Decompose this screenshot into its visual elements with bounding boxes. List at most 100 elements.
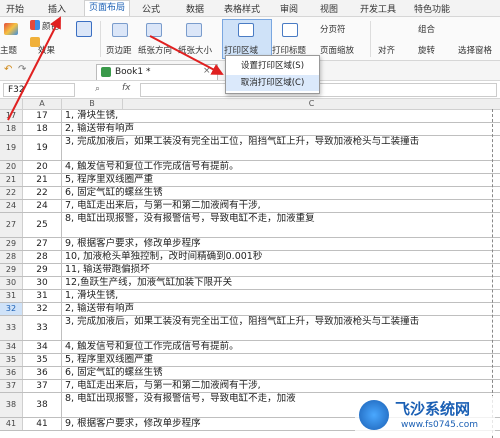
cell-a[interactable]: 20 — [23, 161, 62, 173]
row-number[interactable]: 18 — [0, 123, 23, 135]
menu-page-layout[interactable]: 页面布局 — [84, 0, 131, 16]
row-number[interactable]: 38 — [0, 393, 23, 417]
cell-b[interactable]: 4, 触发信号和复位工作完成信号有提前。 — [62, 161, 495, 173]
menu-data[interactable]: 数据 — [186, 2, 204, 15]
menu-home[interactable]: 开始 — [6, 2, 24, 15]
menu-formulas[interactable]: 公式 — [142, 2, 160, 15]
align-label[interactable]: 对齐 — [378, 44, 395, 56]
cell-a[interactable]: 37 — [23, 380, 62, 392]
page-break-label[interactable]: 分页符 — [320, 23, 346, 35]
cell-b[interactable]: 5, 程序里双线圈严重 — [62, 354, 495, 366]
cell-b[interactable]: 11, 输送带跑偏损坏 — [62, 264, 495, 276]
cell-a[interactable]: 32 — [23, 303, 62, 315]
cell-a[interactable]: 17 — [23, 110, 62, 122]
theme-label[interactable]: 主题 — [0, 44, 17, 56]
cell-a[interactable]: 38 — [23, 393, 62, 417]
print-titles-icon[interactable] — [282, 23, 298, 37]
effects-label[interactable]: 效果 — [38, 44, 55, 56]
set-print-area-item[interactable]: 设置打印区域(S) — [226, 58, 319, 74]
row-number[interactable]: 31 — [0, 290, 23, 302]
menu-view[interactable]: 视图 — [320, 2, 338, 15]
cell-b[interactable]: 5, 程序里双线圈严重 — [62, 174, 495, 186]
cell-b[interactable]: 6, 固定气缸的螺丝生锈 — [62, 187, 495, 199]
colors-icon[interactable] — [30, 20, 40, 30]
cell-b[interactable]: 7, 电缸走出来后，与第一和第二加液阀有干涉, — [62, 380, 495, 392]
cell-a[interactable]: 27 — [23, 238, 62, 250]
cell-b[interactable]: 8, 电缸出现报警，没有报警信号，导致电缸不走，加液重复 — [62, 213, 495, 237]
row-number[interactable]: 19 — [0, 136, 23, 160]
cell-a[interactable]: 34 — [23, 341, 62, 353]
cell-a[interactable]: 33 — [23, 316, 62, 340]
cell-b[interactable]: 6, 固定气缸的螺丝生锈 — [62, 367, 495, 379]
row-number[interactable]: 24 — [0, 200, 23, 212]
size-label[interactable]: 纸张大小 — [178, 44, 212, 56]
row-number[interactable]: 21 — [0, 174, 23, 186]
background-icon[interactable] — [76, 21, 92, 37]
zoom-icon[interactable]: ⌕ — [95, 84, 100, 94]
cell-b[interactable]: 2, 输送带有响声 — [62, 303, 495, 315]
cell-b[interactable]: 10, 加液枪头单独控制，改时间精确到0.001秒 — [62, 251, 495, 263]
cancel-print-area-item[interactable]: 取消打印区域(C) — [226, 75, 319, 91]
redo-icon[interactable]: ↷ — [18, 64, 26, 75]
row-number[interactable]: 32 — [0, 303, 23, 315]
close-tab-icon[interactable]: × — [203, 66, 211, 76]
cell-a[interactable]: 28 — [23, 251, 62, 263]
row-number[interactable]: 29 — [0, 264, 23, 276]
cell-a[interactable]: 24 — [23, 200, 62, 212]
cell-a[interactable]: 30 — [23, 277, 62, 289]
cell-b[interactable]: 4, 触发信号和复位工作完成信号有提前。 — [62, 341, 495, 353]
row-number[interactable]: 17 — [0, 110, 23, 122]
name-box[interactable]: F32 — [3, 83, 75, 97]
orientation-icon[interactable] — [146, 23, 162, 37]
cell-b[interactable]: 3, 完成加液后，如果工装没有完全出工位，阻挡气缸上升，导致加液枪头与工装撞击 — [62, 316, 495, 340]
column-header-c[interactable]: C — [123, 99, 500, 110]
row-number[interactable]: 36 — [0, 367, 23, 379]
undo-icon[interactable]: ↶ — [4, 64, 12, 75]
cell-b[interactable]: 9, 根据客户要求，修改单步程序 — [62, 238, 495, 250]
cell-a[interactable]: 25 — [23, 213, 62, 237]
row-number[interactable]: 29 — [0, 238, 23, 250]
column-header-a[interactable]: A — [23, 99, 62, 110]
row-number[interactable]: 22 — [0, 187, 23, 199]
row-number[interactable]: 35 — [0, 354, 23, 366]
theme-icon[interactable] — [4, 23, 18, 35]
row-number[interactable]: 30 — [0, 277, 23, 289]
row-number[interactable]: 33 — [0, 316, 23, 340]
cell-a[interactable]: 31 — [23, 290, 62, 302]
margins-icon[interactable] — [112, 23, 128, 37]
cell-a[interactable]: 35 — [23, 354, 62, 366]
row-number[interactable]: 28 — [0, 251, 23, 263]
cell-a[interactable]: 22 — [23, 187, 62, 199]
cell-b[interactable]: 7, 电缸走出来后，与第一和第二加液阀有干涉, — [62, 200, 495, 212]
colors-label[interactable]: 颜色 — [42, 20, 59, 32]
fx-button[interactable]: fx — [122, 83, 131, 93]
group-label[interactable]: 组合 — [418, 23, 435, 35]
cell-b[interactable]: 3, 完成加液后，如果工装没有完全出工位，阻挡气缸上升，导致加液枪头与工装撞击 — [62, 136, 495, 160]
row-number[interactable]: 20 — [0, 161, 23, 173]
cell-b[interactable]: 2, 输送带有响声 — [62, 123, 495, 135]
row-number[interactable]: 34 — [0, 341, 23, 353]
menu-developer[interactable]: 开发工具 — [360, 2, 396, 15]
cell-b[interactable]: 12,鱼跃生产线，加液气缸加装下限开关 — [62, 277, 495, 289]
menu-insert[interactable]: 插入 — [48, 2, 66, 15]
selection-pane-label[interactable]: 选择窗格 — [458, 44, 492, 56]
cell-a[interactable]: 36 — [23, 367, 62, 379]
row-number[interactable]: 41 — [0, 418, 23, 430]
paper-size-icon[interactable] — [186, 23, 202, 37]
cell-b[interactable]: 1, 滑块生锈, — [62, 110, 495, 122]
cell-a[interactable]: 41 — [23, 418, 62, 430]
cell-b[interactable]: 1, 滑块生锈, — [62, 290, 495, 302]
column-header-b[interactable]: B — [62, 99, 123, 110]
cell-a[interactable]: 21 — [23, 174, 62, 186]
menu-review[interactable]: 审阅 — [280, 2, 298, 15]
cell-a[interactable]: 29 — [23, 264, 62, 276]
corner-header[interactable] — [0, 99, 23, 110]
row-number[interactable]: 27 — [0, 213, 23, 237]
page-zoom-label[interactable]: 页面缩放 — [320, 44, 354, 56]
rotate-label[interactable]: 旋转 — [418, 44, 435, 56]
cell-a[interactable]: 19 — [23, 136, 62, 160]
cell-a[interactable]: 18 — [23, 123, 62, 135]
margins-label[interactable]: 页边距 — [106, 44, 132, 56]
row-number[interactable]: 37 — [0, 380, 23, 392]
menu-table-style[interactable]: 表格样式 — [224, 2, 260, 15]
